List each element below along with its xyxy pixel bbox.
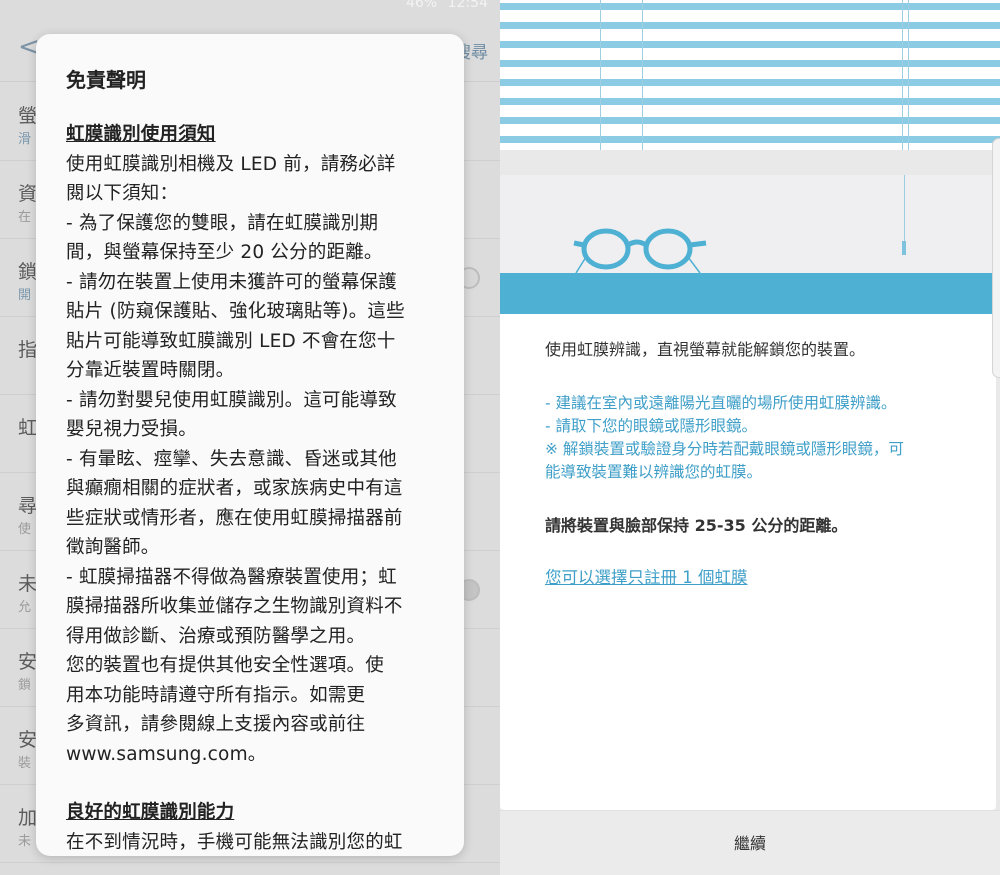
blind-slat — [500, 3, 1000, 10]
settings-row-title: 指 — [18, 339, 38, 361]
disclaimer-line: 徵詢醫師。 — [66, 537, 160, 558]
blind-cord — [902, 0, 903, 150]
blind-slat — [500, 136, 1000, 143]
blind-cord-end — [902, 241, 906, 255]
dialog-title: 免責聲明 — [66, 68, 146, 92]
disclaimer-line: - 請勿在裝置上使用未獲許可的螢幕保護 — [66, 271, 397, 293]
blind-cord — [908, 0, 909, 150]
disclaimer-line: - 請勿對嬰兒使用虹膜識別。這可能導致 — [66, 389, 397, 411]
blind-cord — [904, 175, 905, 245]
intro-text: 使用虹膜辨識，直視螢幕就能解鎖您的裝置。 — [545, 340, 866, 359]
blind-slat — [500, 79, 1000, 86]
settings-row-subtitle: 滑 — [18, 132, 32, 147]
settings-row-title: 未 — [18, 573, 38, 595]
disclaimer-text: 使用虹膜識別相機及 LED 前，請務必詳 閱以下須知： - 為了保護您的雙眼，請在虹… — [66, 150, 446, 770]
settings-row-title: 安 — [18, 729, 38, 751]
settings-row-title: 鎖 — [18, 261, 38, 283]
disclaimer-line: 用本功能時請遵守所有指示。如需更 — [66, 684, 366, 706]
blind-slat — [500, 22, 1000, 29]
disclaimer-line: 嬰兒視力受損。 — [66, 419, 197, 440]
tip-line: ※ 解鎖裝置或驗證身分時若配戴眼鏡或隱形眼鏡，可 — [545, 440, 904, 458]
disclaimer-line: 使用虹膜識別相機及 LED 前，請務必詳 — [66, 153, 396, 175]
disclaimer-line: - 有暈眩、痙攣、失去意識、昏迷或其他 — [66, 448, 397, 470]
disclaimer-line: 多資訊，請參閱線上支援內容或前往 — [66, 714, 366, 735]
eyeglasses-icon — [573, 228, 707, 274]
blind-cord — [600, 0, 601, 150]
disclaimer-line: 貼片可能導致虹膜識別 LED 不會在您十 — [66, 330, 396, 352]
register-one-iris-link[interactable]: 您可以選擇只註冊 1 個虹膜 — [545, 564, 748, 588]
disclaimer-line: 貼片 (防窺保護貼、強化玻璃貼等)。這些 — [66, 301, 405, 322]
back-icon[interactable]: < — [18, 32, 40, 62]
bottom-bar: 繼續 — [500, 810, 1000, 875]
settings-row-title: 安 — [18, 651, 38, 673]
battery-level: 46% — [406, 0, 438, 10]
blind-slat — [500, 41, 1000, 48]
settings-row-subtitle: 未 — [18, 834, 32, 849]
settings-row-title: 加 — [18, 807, 38, 829]
settings-row-subtitle: 裝 — [18, 756, 32, 771]
distance-note: 請將裝置與臉部保持 25-35 公分的距離。 — [545, 516, 848, 535]
disclaimer-line: 您的裝置也有提供其他安全性選項。使 — [66, 655, 384, 676]
disclaimer-line: 與癲癇相關的症狀者，或家族病史中有這 — [66, 478, 403, 499]
tip-line: - 請取下您的眼鏡或隱形眼鏡。 — [545, 417, 758, 435]
iris-info-card: 使用虹膜辨識，直視螢幕就能解鎖您的裝置。 - 建議在室內或遠離陽光直曬的場所使用… — [500, 175, 996, 810]
window-sill — [500, 273, 996, 314]
settings-row-subtitle: 鎖 — [18, 678, 32, 693]
status-bar: 46% 12:54 — [0, 0, 500, 10]
tip-line: - 建議在室內或遠離陽光直曬的場所使用虹膜辨識。 — [545, 394, 897, 412]
settings-row-subtitle: 開 — [18, 288, 32, 303]
settings-row-subtitle: 使 — [18, 522, 32, 537]
next-card-edge — [992, 138, 1000, 378]
settings-row-title: 尋 — [18, 495, 38, 517]
clock: 12:54 — [447, 0, 488, 10]
section-heading: 虹膜識別使用須知 — [66, 124, 216, 145]
settings-row-title: 螢 — [18, 105, 38, 127]
disclaimer-dialog: 免責聲明 虹膜識別使用須知 使用虹膜識別相機及 LED 前，請務必詳 閱以下須知：… — [36, 34, 464, 856]
disclaimer-line: 些症狀或情形者，應在使用虹膜掃描器前 — [66, 507, 403, 529]
settings-row-subtitle: 在 — [18, 210, 32, 225]
tips-list: - 建議在室內或遠離陽光直曬的場所使用虹膜辨識。 - 請取下您的眼鏡或隱形眼鏡。 ※… — [545, 392, 965, 484]
blind-slat — [500, 98, 1000, 105]
blind-slat — [500, 117, 1000, 124]
disclaimer-line: 閱以下須知： — [66, 183, 179, 204]
settings-row-title: 資 — [18, 183, 38, 205]
settings-background-pane: 46% 12:54 < 搜尋 螢滑資在鎖開指虹尋使未允安鎖安裝加未 免責聲明 虹… — [0, 0, 500, 875]
settings-row-subtitle: 允 — [18, 600, 32, 615]
blind-cord — [642, 0, 643, 150]
window-blinds-illustration — [500, 0, 1000, 150]
disclaimer-line: 間，與螢幕保持至少 20 公分的距離。 — [66, 242, 383, 263]
cut-off-text: 在不到情況時，手機可能無法識別您的虹 — [66, 831, 403, 853]
disclaimer-line: - 虹膜掃描器不得做為醫療裝置使用；虹 — [66, 566, 397, 588]
continue-button[interactable]: 繼續 — [500, 811, 1000, 875]
settings-row-title: 虹 — [18, 417, 38, 439]
blind-slat — [500, 60, 1000, 67]
disclaimer-line: 得用做診斷、治療或預防醫學之用。 — [66, 625, 366, 647]
disclaimer-line: - 為了保護您的雙眼，請在虹膜識別期 — [66, 212, 379, 234]
card-text: 使用虹膜辨識，直視螢幕就能解鎖您的裝置。 - 建議在室內或遠離陽光直曬的場所使用… — [545, 338, 965, 588]
dialog-body[interactable]: 虹膜識別使用須知 使用虹膜識別相機及 LED 前，請務必詳 閱以下須知： - 為了保… — [66, 120, 446, 856]
disclaimer-line: www.samsung.com。 — [66, 743, 267, 765]
disclaimer-line: 膜掃描器所收集並儲存之生物識別資料不 — [66, 596, 403, 617]
iris-setup-pane: 使用虹膜辨識，直視螢幕就能解鎖您的裝置。 - 建議在室內或遠離陽光直曬的場所使用… — [500, 0, 1000, 875]
tip-line: 能導致裝置難以辨識您的虹膜。 — [545, 463, 763, 481]
section-heading: 良好的虹膜識別能力 — [66, 802, 235, 823]
disclaimer-line: 分靠近裝置時關閉。 — [66, 360, 235, 381]
